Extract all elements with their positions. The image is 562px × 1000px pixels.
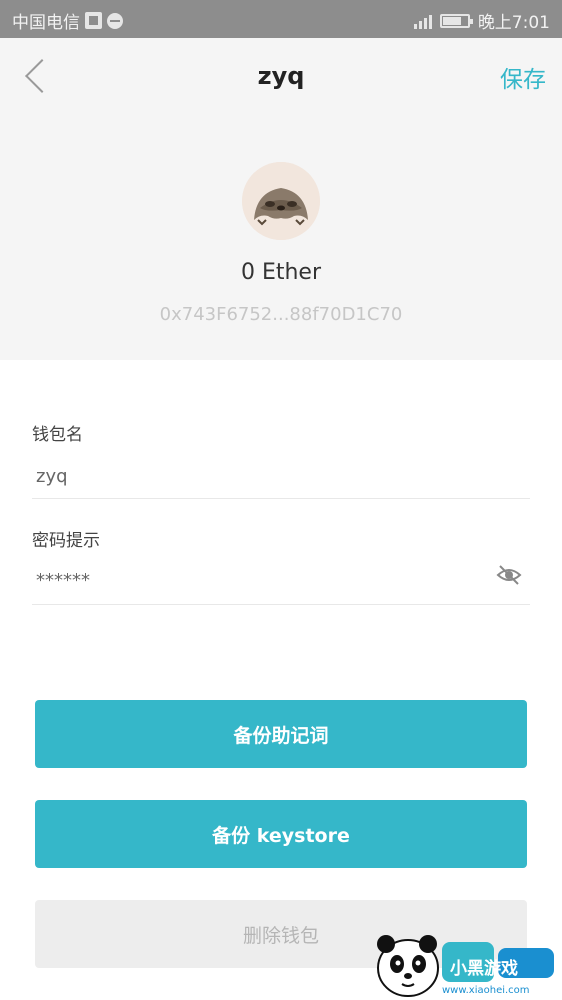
watermark-logo: 小黑游戏 www.xiaohei.com: [370, 928, 562, 1000]
status-left: 中国电信: [12, 8, 123, 33]
wallet-address[interactable]: 0x743F6752...88f70D1C70: [0, 304, 562, 325]
wallet-name-input[interactable]: zyq: [36, 466, 68, 487]
status-right: 晚上7:01: [413, 8, 550, 33]
clock: 晚上7:01: [477, 13, 550, 33]
eye-off-icon[interactable]: [496, 562, 522, 588]
password-hint-label: 密码提示: [32, 531, 100, 551]
carrier-label: 中国电信: [12, 13, 80, 33]
battery-icon: [439, 13, 473, 28]
wallet-name-label: 钱包名: [32, 425, 83, 445]
avatar: [242, 162, 320, 240]
save-button[interactable]: 保存: [500, 60, 546, 94]
sim-icon: [85, 12, 102, 29]
backup-keystore-button[interactable]: 备份 keystore: [35, 800, 527, 868]
signal-icon: [413, 13, 432, 29]
wallet-balance: 0 Ether: [240, 260, 322, 285]
status-bar: 中国电信 晚上7:01: [0, 0, 562, 38]
page-title: zyq: [257, 62, 305, 90]
divider: [32, 604, 530, 605]
password-hint-input[interactable]: ******: [36, 570, 90, 591]
watermark-brand: 小黑游戏: [450, 959, 518, 979]
watermark-url: www.xiaohei.com: [442, 985, 530, 996]
sloth-avatar-icon: [242, 162, 320, 240]
message-icon: [107, 12, 123, 29]
divider: [32, 498, 530, 499]
backup-mnemonic-button[interactable]: 备份助记词: [35, 700, 527, 768]
wallet-header: zyq 保存 0 Ether 0x743F6752...88f70D1C70: [0, 38, 562, 360]
